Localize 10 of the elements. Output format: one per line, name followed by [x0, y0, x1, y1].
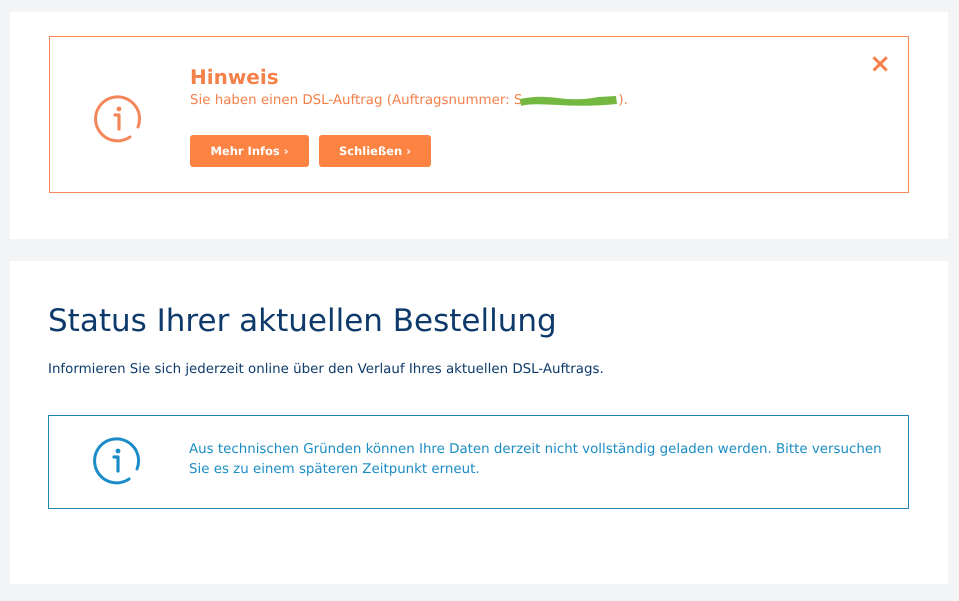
- close-button[interactable]: ×: [869, 51, 891, 77]
- notice-title: Hinweis: [190, 64, 280, 90]
- close-notice-button[interactable]: Schließen ›: [319, 135, 431, 167]
- info-icon: [94, 94, 144, 144]
- info-icon: [93, 436, 143, 486]
- more-info-button[interactable]: Mehr Infos ›: [190, 135, 309, 167]
- intro-text: Informieren Sie sich jederzeit online über den Verlauf Ihres aktuellen DSL-Auftrags.: [48, 362, 605, 377]
- info-message: Aus technischen Gründen können Ihre Daten derzeit nicht vollständig geladen werden. Bitte versuchen Sie es zu einem späteren Zeitpunkt erneut.: [189, 441, 883, 479]
- notice-message-end: ).: [618, 92, 628, 110]
- section-heading: Status Ihrer aktuellen Bestellung: [48, 302, 558, 341]
